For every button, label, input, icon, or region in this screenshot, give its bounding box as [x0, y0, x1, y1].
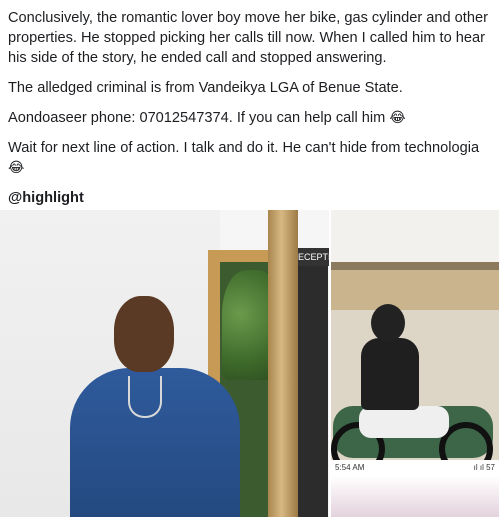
post: Conclusively, the romantic lover boy mov… [0, 0, 499, 517]
post-paragraph-1: Conclusively, the romantic lover boy mov… [8, 10, 488, 66]
rider-head [371, 304, 405, 342]
phone-status-bar: 5:54 AM ıl ıl 57 [331, 460, 499, 476]
laughing-emoji-icon: 😂 [8, 159, 25, 175]
post-paragraph-3: Aondoaseer phone: 07012547374. If you ca… [8, 108, 492, 128]
building [331, 266, 499, 310]
roof [331, 262, 499, 270]
post-paragraph-2: The alledged criminal is from Vandeikya … [8, 80, 403, 96]
reception-sign: ECEPTIO [298, 248, 329, 266]
post-paragraph-3-text: Aondoaseer phone: 07012547374. If you ca… [8, 110, 386, 126]
signal-battery-icon: ıl ıl 57 [473, 463, 495, 472]
photo-man[interactable]: ECEPTIO [0, 210, 329, 517]
laughing-emoji-icon: 😂 [389, 109, 406, 125]
post-paragraph-4-text: Wait for next line of action. I talk and… [8, 140, 480, 156]
photo-woman-bike[interactable]: 5:54 AM ıl ıl 57 [331, 210, 499, 517]
rider-legs [359, 406, 449, 438]
rider-top [361, 338, 419, 410]
mention-link[interactable]: @highlight [8, 188, 492, 208]
status-time: 5:54 AM [335, 463, 365, 472]
person-head [114, 296, 174, 372]
sky [331, 210, 499, 270]
pillar [268, 210, 298, 517]
post-paragraph-4: Wait for next line of action. I talk and… [8, 138, 492, 178]
photo-bottom-area [331, 476, 499, 517]
neck-chain [128, 376, 162, 418]
post-text: Conclusively, the romantic lover boy mov… [8, 8, 492, 218]
